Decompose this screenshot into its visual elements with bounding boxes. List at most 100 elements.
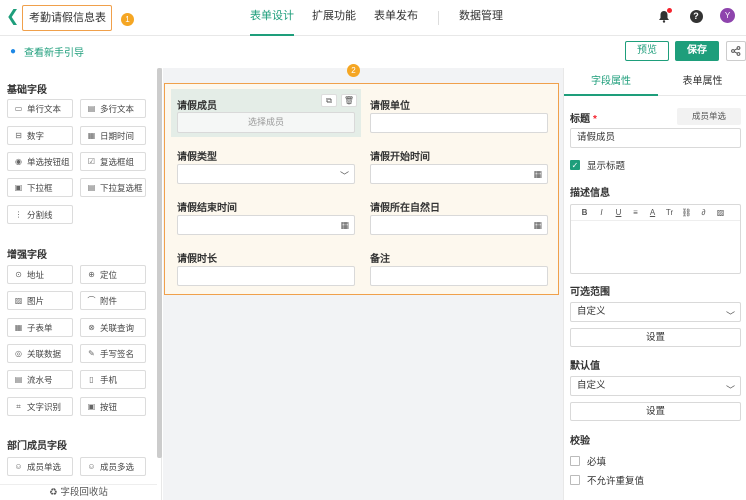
show-title-checkbox[interactable]: ✓ 显示标题 — [570, 158, 625, 172]
field-palette: 基础字段 ▭ 单行文本 ▤ 多行文本 ⊟ 数字 ▦ 日期时间 ◉ 单选按钮组 ☑ 复选框组 … — [0, 68, 162, 500]
field-label-type: 请假类型 — [177, 152, 217, 163]
bell-icon[interactable] — [657, 8, 672, 23]
image-icon: ▨ — [14, 296, 23, 305]
copy-field-icon[interactable]: ⧉ — [321, 94, 337, 107]
delete-field-icon[interactable]: 🗑 — [341, 94, 357, 107]
tab-form-publish[interactable]: 表单发布 — [374, 0, 418, 36]
checkbox-icon — [570, 475, 580, 485]
title-input[interactable]: 请假成员 — [570, 128, 741, 148]
bold-icon[interactable]: B — [576, 208, 593, 217]
field-button[interactable]: ▣ 按钮 — [80, 397, 146, 416]
field-attachment[interactable]: ⌒ 附件 — [80, 291, 146, 310]
field-ocr[interactable]: ⌗ 文字识别 — [7, 397, 73, 416]
single-line-icon: ▭ — [14, 104, 23, 113]
underline-icon[interactable]: U — [610, 208, 627, 217]
form-title[interactable]: 考勤请假信息表 — [22, 5, 112, 31]
font-color-icon[interactable]: A — [644, 208, 661, 217]
field-address[interactable]: ⊙ 地址 — [7, 265, 73, 284]
guide-link[interactable]: ● 查看新手引导 — [10, 44, 84, 59]
validation-label: 校验 — [570, 436, 590, 447]
field-member-single[interactable]: ☺ 成员单选 — [7, 457, 73, 476]
end-time-input[interactable]: ▦ — [177, 215, 355, 235]
nav-divider — [438, 11, 439, 25]
field-single-line[interactable]: ▭ 单行文本 — [7, 99, 73, 118]
field-label-member: 请假成员 — [177, 101, 217, 112]
save-button[interactable]: 保存 — [675, 41, 719, 61]
field-geolocation[interactable]: ⊕ 定位 — [80, 265, 146, 284]
default-settings-button[interactable]: 设置 — [570, 402, 741, 421]
dropdown-icon: ▣ — [14, 183, 23, 192]
radio-icon: ◉ — [15, 157, 22, 166]
default-value-select[interactable]: 自定义 ﹀ — [570, 376, 741, 396]
link-icon[interactable]: ⛓ — [678, 208, 695, 217]
italic-icon[interactable]: I — [593, 208, 610, 217]
back-arrow-icon[interactable]: ❮ — [6, 8, 22, 26]
field-datetime[interactable]: ▦ 日期时间 — [80, 126, 146, 145]
pin-icon: ● — [10, 46, 17, 57]
step-badge-2: 2 — [347, 64, 360, 77]
required-checkbox[interactable]: 必填 — [570, 454, 606, 468]
no-duplicate-checkbox[interactable]: 不允许重复值 — [570, 473, 644, 487]
tab-data-management[interactable]: 数据管理 — [459, 0, 503, 36]
field-label-duration: 请假时长 — [177, 254, 217, 265]
natural-day-input[interactable]: ▦ — [370, 215, 548, 235]
field-label-end-time: 请假结束时间 — [177, 203, 237, 214]
share-button[interactable] — [726, 41, 746, 61]
description-editor[interactable]: B I U ≡ A Tr ⛓ ∂ ▨ — [570, 204, 741, 274]
field-radio-group[interactable]: ◉ 单选按钮组 — [7, 152, 73, 171]
field-recycle-bin[interactable]: ♻ 字段回收站 — [0, 484, 157, 500]
recycle-icon: ♻ — [49, 487, 61, 498]
field-link-query[interactable]: ⊗ 关联查询 — [80, 318, 146, 337]
calendar-icon: ▦ — [87, 131, 96, 140]
divider-icon: ⋮ — [14, 210, 23, 219]
field-serial-number[interactable]: ▤ 流水号 — [7, 370, 73, 389]
tab-extensions[interactable]: 扩展功能 — [312, 0, 356, 36]
field-member-multi[interactable]: ☺ 成员多选 — [80, 457, 146, 476]
field-link-data[interactable]: ◎ 关联数据 — [7, 344, 73, 363]
field-type-badge: 成员单选 — [677, 108, 741, 125]
palette-scrollbar[interactable] — [157, 68, 162, 458]
attach-icon[interactable]: ∂ — [695, 208, 712, 217]
number-icon: ⊟ — [15, 131, 22, 140]
chevron-down-icon: ﹀ — [725, 311, 735, 321]
field-signature[interactable]: ✎ 手写签名 — [80, 344, 146, 363]
field-multi-line[interactable]: ▤ 多行文本 — [80, 99, 146, 118]
align-icon[interactable]: ≡ — [627, 208, 644, 217]
type-select[interactable]: ﹀ — [177, 164, 355, 184]
field-image[interactable]: ▨ 图片 — [7, 291, 73, 310]
field-number[interactable]: ⊟ 数字 — [7, 126, 73, 145]
font-size-icon[interactable]: Tr — [661, 208, 678, 217]
tab-field-properties[interactable]: 字段属性 — [564, 68, 658, 96]
field-phone[interactable]: ▯ 手机 — [80, 370, 146, 389]
subform-icon: ▦ — [14, 323, 23, 332]
calendar-icon: ▦ — [533, 169, 542, 179]
description-label: 描述信息 — [570, 188, 610, 199]
field-checkbox-group[interactable]: ☑ 复选框组 — [80, 152, 146, 171]
member-select-input[interactable]: 选择成员 — [177, 112, 355, 133]
preview-button[interactable]: 预览 — [625, 41, 669, 61]
properties-panel: 字段属性 表单属性 标题 * 成员单选 请假成员 ✓ 显示标题 描述信息 B I U… — [563, 68, 746, 500]
target-icon: ⊕ — [88, 270, 95, 279]
share-icon — [731, 46, 741, 56]
link-query-icon: ⊗ — [88, 323, 95, 332]
unit-input[interactable] — [370, 113, 548, 133]
image-icon[interactable]: ▨ — [712, 208, 729, 217]
duration-input[interactable] — [177, 266, 355, 286]
checkbox-icon — [570, 456, 580, 466]
member-icon: ☺ — [14, 462, 23, 471]
remark-input[interactable] — [370, 266, 548, 286]
field-subform[interactable]: ▦ 子表单 — [7, 318, 73, 337]
link-data-icon: ◎ — [15, 349, 22, 358]
field-dropdown[interactable]: ▣ 下拉框 — [7, 178, 73, 197]
tab-form-design[interactable]: 表单设计 — [250, 0, 294, 36]
basic-fields-title: 基础字段 — [7, 85, 47, 96]
range-select[interactable]: 自定义 ﹀ — [570, 302, 741, 322]
field-dropdown-multi[interactable]: ▤ 下拉复选框 — [80, 178, 146, 197]
tab-form-properties[interactable]: 表单属性 — [658, 68, 746, 96]
help-icon[interactable]: ? — [689, 9, 703, 23]
range-settings-button[interactable]: 设置 — [570, 328, 741, 347]
phone-icon: ▯ — [89, 375, 94, 384]
avatar[interactable]: Y — [720, 8, 735, 23]
field-divider[interactable]: ⋮ 分割线 — [7, 205, 73, 224]
start-time-input[interactable]: ▦ — [370, 164, 548, 184]
